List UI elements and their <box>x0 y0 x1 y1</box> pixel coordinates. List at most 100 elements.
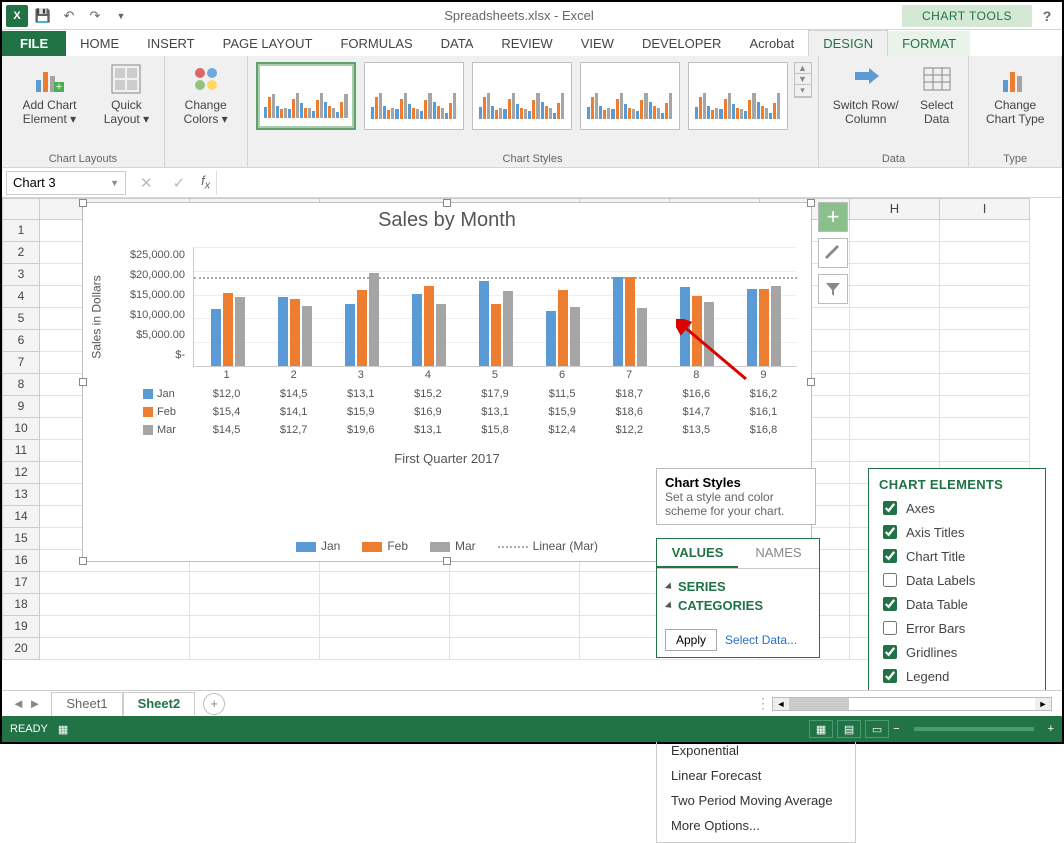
tab-developer[interactable]: DEVELOPER <box>628 31 735 56</box>
tab-formulas[interactable]: FORMULAS <box>326 31 426 56</box>
bar-Feb-7[interactable] <box>625 277 635 366</box>
sheet-tab-sheet2[interactable]: Sheet2 <box>123 692 196 716</box>
add-sheet-button[interactable]: + <box>203 693 225 715</box>
select-data-button[interactable]: Select Data <box>911 60 962 129</box>
chart-filters-button[interactable] <box>818 274 848 304</box>
switch-row-column-button[interactable]: Switch Row/ Column <box>825 60 907 129</box>
zoom-out-icon[interactable]: − <box>893 723 899 735</box>
row-3[interactable]: 3 <box>2 264 40 286</box>
element-legend[interactable]: Legend <box>879 664 1035 688</box>
row-17[interactable]: 17 <box>2 572 40 594</box>
bar-Jan-1[interactable] <box>211 309 221 366</box>
tab-view[interactable]: VIEW <box>567 31 628 56</box>
trend-linear-forecast[interactable]: Linear Forecast <box>657 763 855 788</box>
name-box[interactable]: Chart 3▼ <box>6 171 126 195</box>
tab-acrobat[interactable]: Acrobat <box>735 31 808 56</box>
chart-style-4[interactable] <box>580 62 680 130</box>
row-18[interactable]: 18 <box>2 594 40 616</box>
col-H[interactable]: H <box>850 198 940 220</box>
col-I[interactable]: I <box>940 198 1030 220</box>
chart-style-5[interactable] <box>688 62 788 130</box>
element-chart-title[interactable]: Chart Title <box>879 544 1035 568</box>
chart-filter-panel[interactable]: VALUES NAMES SERIES CATEGORIES Apply Sel… <box>656 538 820 658</box>
chart-elements-button[interactable]: + <box>818 202 848 232</box>
row-7[interactable]: 7 <box>2 352 40 374</box>
trend-two-period-moving-average[interactable]: Two Period Moving Average <box>657 788 855 813</box>
chart-elements-panel[interactable]: CHART ELEMENTS Axes Axis Titles Chart Ti… <box>868 468 1046 721</box>
bar-Mar-6[interactable] <box>570 307 580 366</box>
element-axis-titles[interactable]: Axis Titles <box>879 520 1035 544</box>
bar-Jan-6[interactable] <box>546 311 556 366</box>
row-20[interactable]: 20 <box>2 638 40 660</box>
tab-review[interactable]: REVIEW <box>487 31 566 56</box>
redo-icon[interactable]: ↷ <box>84 5 106 27</box>
x-axis-title[interactable]: First Quarter 2017 <box>83 451 811 466</box>
bar-Feb-4[interactable] <box>424 286 434 366</box>
element-data-labels[interactable]: Data Labels <box>879 568 1035 592</box>
view-pagebreak-icon[interactable]: ▭ <box>865 720 889 738</box>
chart-style-3[interactable] <box>472 62 572 130</box>
filter-tab-values[interactable]: VALUES <box>657 539 738 568</box>
row-13[interactable]: 13 <box>2 484 40 506</box>
row-9[interactable]: 9 <box>2 396 40 418</box>
bar-Feb-5[interactable] <box>491 304 501 366</box>
bar-Jan-3[interactable] <box>345 304 355 366</box>
bar-Mar-8[interactable] <box>704 302 714 366</box>
save-icon[interactable]: 💾 <box>32 5 54 27</box>
bar-Feb-1[interactable] <box>223 293 233 366</box>
undo-icon[interactable]: ↶ <box>58 5 80 27</box>
bar-Feb-3[interactable] <box>357 290 367 366</box>
row-4[interactable]: 4 <box>2 286 40 308</box>
element-error-bars[interactable]: Error Bars <box>879 616 1035 640</box>
hscrollbar[interactable]: ◄► <box>772 697 1052 711</box>
qat-more-icon[interactable]: ▼ <box>110 5 132 27</box>
cancel-icon[interactable]: ✕ <box>130 174 163 192</box>
bar-Mar-3[interactable] <box>369 273 379 366</box>
trend-more-options-[interactable]: More Options... <box>657 813 855 838</box>
bar-Mar-5[interactable] <box>503 291 513 366</box>
zoom-slider[interactable] <box>914 727 1034 731</box>
plot-area[interactable] <box>193 247 797 367</box>
select-data-link[interactable]: Select Data... <box>725 633 797 647</box>
tab-file[interactable]: FILE <box>2 31 66 56</box>
tab-page-layout[interactable]: PAGE LAYOUT <box>209 31 327 56</box>
tab-format[interactable]: FORMAT <box>888 31 970 56</box>
y-axis-title[interactable]: Sales in Dollars <box>89 253 105 381</box>
formula-bar[interactable] <box>216 171 1062 195</box>
help-icon[interactable]: ? <box>1032 8 1062 24</box>
tab-home[interactable]: HOME <box>66 31 133 56</box>
row-6[interactable]: 6 <box>2 330 40 352</box>
element-data-table[interactable]: Data Table <box>879 592 1035 616</box>
change-chart-type-button[interactable]: Change Chart Type <box>975 60 1055 129</box>
view-layout-icon[interactable]: ▤ <box>837 720 861 738</box>
tab-data[interactable]: DATA <box>427 31 488 56</box>
row-14[interactable]: 14 <box>2 506 40 528</box>
bar-Mar-4[interactable] <box>436 304 446 366</box>
filter-tab-names[interactable]: NAMES <box>738 539 819 568</box>
row-5[interactable]: 5 <box>2 308 40 330</box>
bar-Jan-8[interactable] <box>680 287 690 366</box>
macro-record-icon[interactable]: ▦ <box>58 723 68 736</box>
bar-Mar-1[interactable] <box>235 297 245 366</box>
worksheet[interactable]: ABCDEFGHI 123456789101112131415161718192… <box>2 198 1062 682</box>
sheet-tab-sheet1[interactable]: Sheet1 <box>51 692 122 716</box>
tab-insert[interactable]: INSERT <box>133 31 208 56</box>
view-normal-icon[interactable]: ▦ <box>809 720 833 738</box>
row-1[interactable]: 1 <box>2 220 40 242</box>
bar-Jan-5[interactable] <box>479 281 489 366</box>
enter-icon[interactable]: ✓ <box>163 174 196 192</box>
sheet-nav[interactable]: ◄ ► <box>2 696 51 711</box>
row-8[interactable]: 8 <box>2 374 40 396</box>
chart-title[interactable]: Sales by Month <box>83 203 811 234</box>
bar-Jan-4[interactable] <box>412 294 422 366</box>
row-19[interactable]: 19 <box>2 616 40 638</box>
add-chart-element-button[interactable]: + Add Chart Element ▾ <box>8 60 91 129</box>
bar-Feb-6[interactable] <box>558 290 568 366</box>
filter-series[interactable]: SERIES <box>667 577 809 596</box>
chart-style-2[interactable] <box>364 62 464 130</box>
chart-style-1[interactable] <box>256 62 356 130</box>
style-gallery-nav[interactable]: ▲▼▾ <box>794 62 812 98</box>
row-12[interactable]: 12 <box>2 462 40 484</box>
zoom-in-icon[interactable]: + <box>1048 723 1054 735</box>
tab-design[interactable]: DESIGN <box>808 30 888 56</box>
